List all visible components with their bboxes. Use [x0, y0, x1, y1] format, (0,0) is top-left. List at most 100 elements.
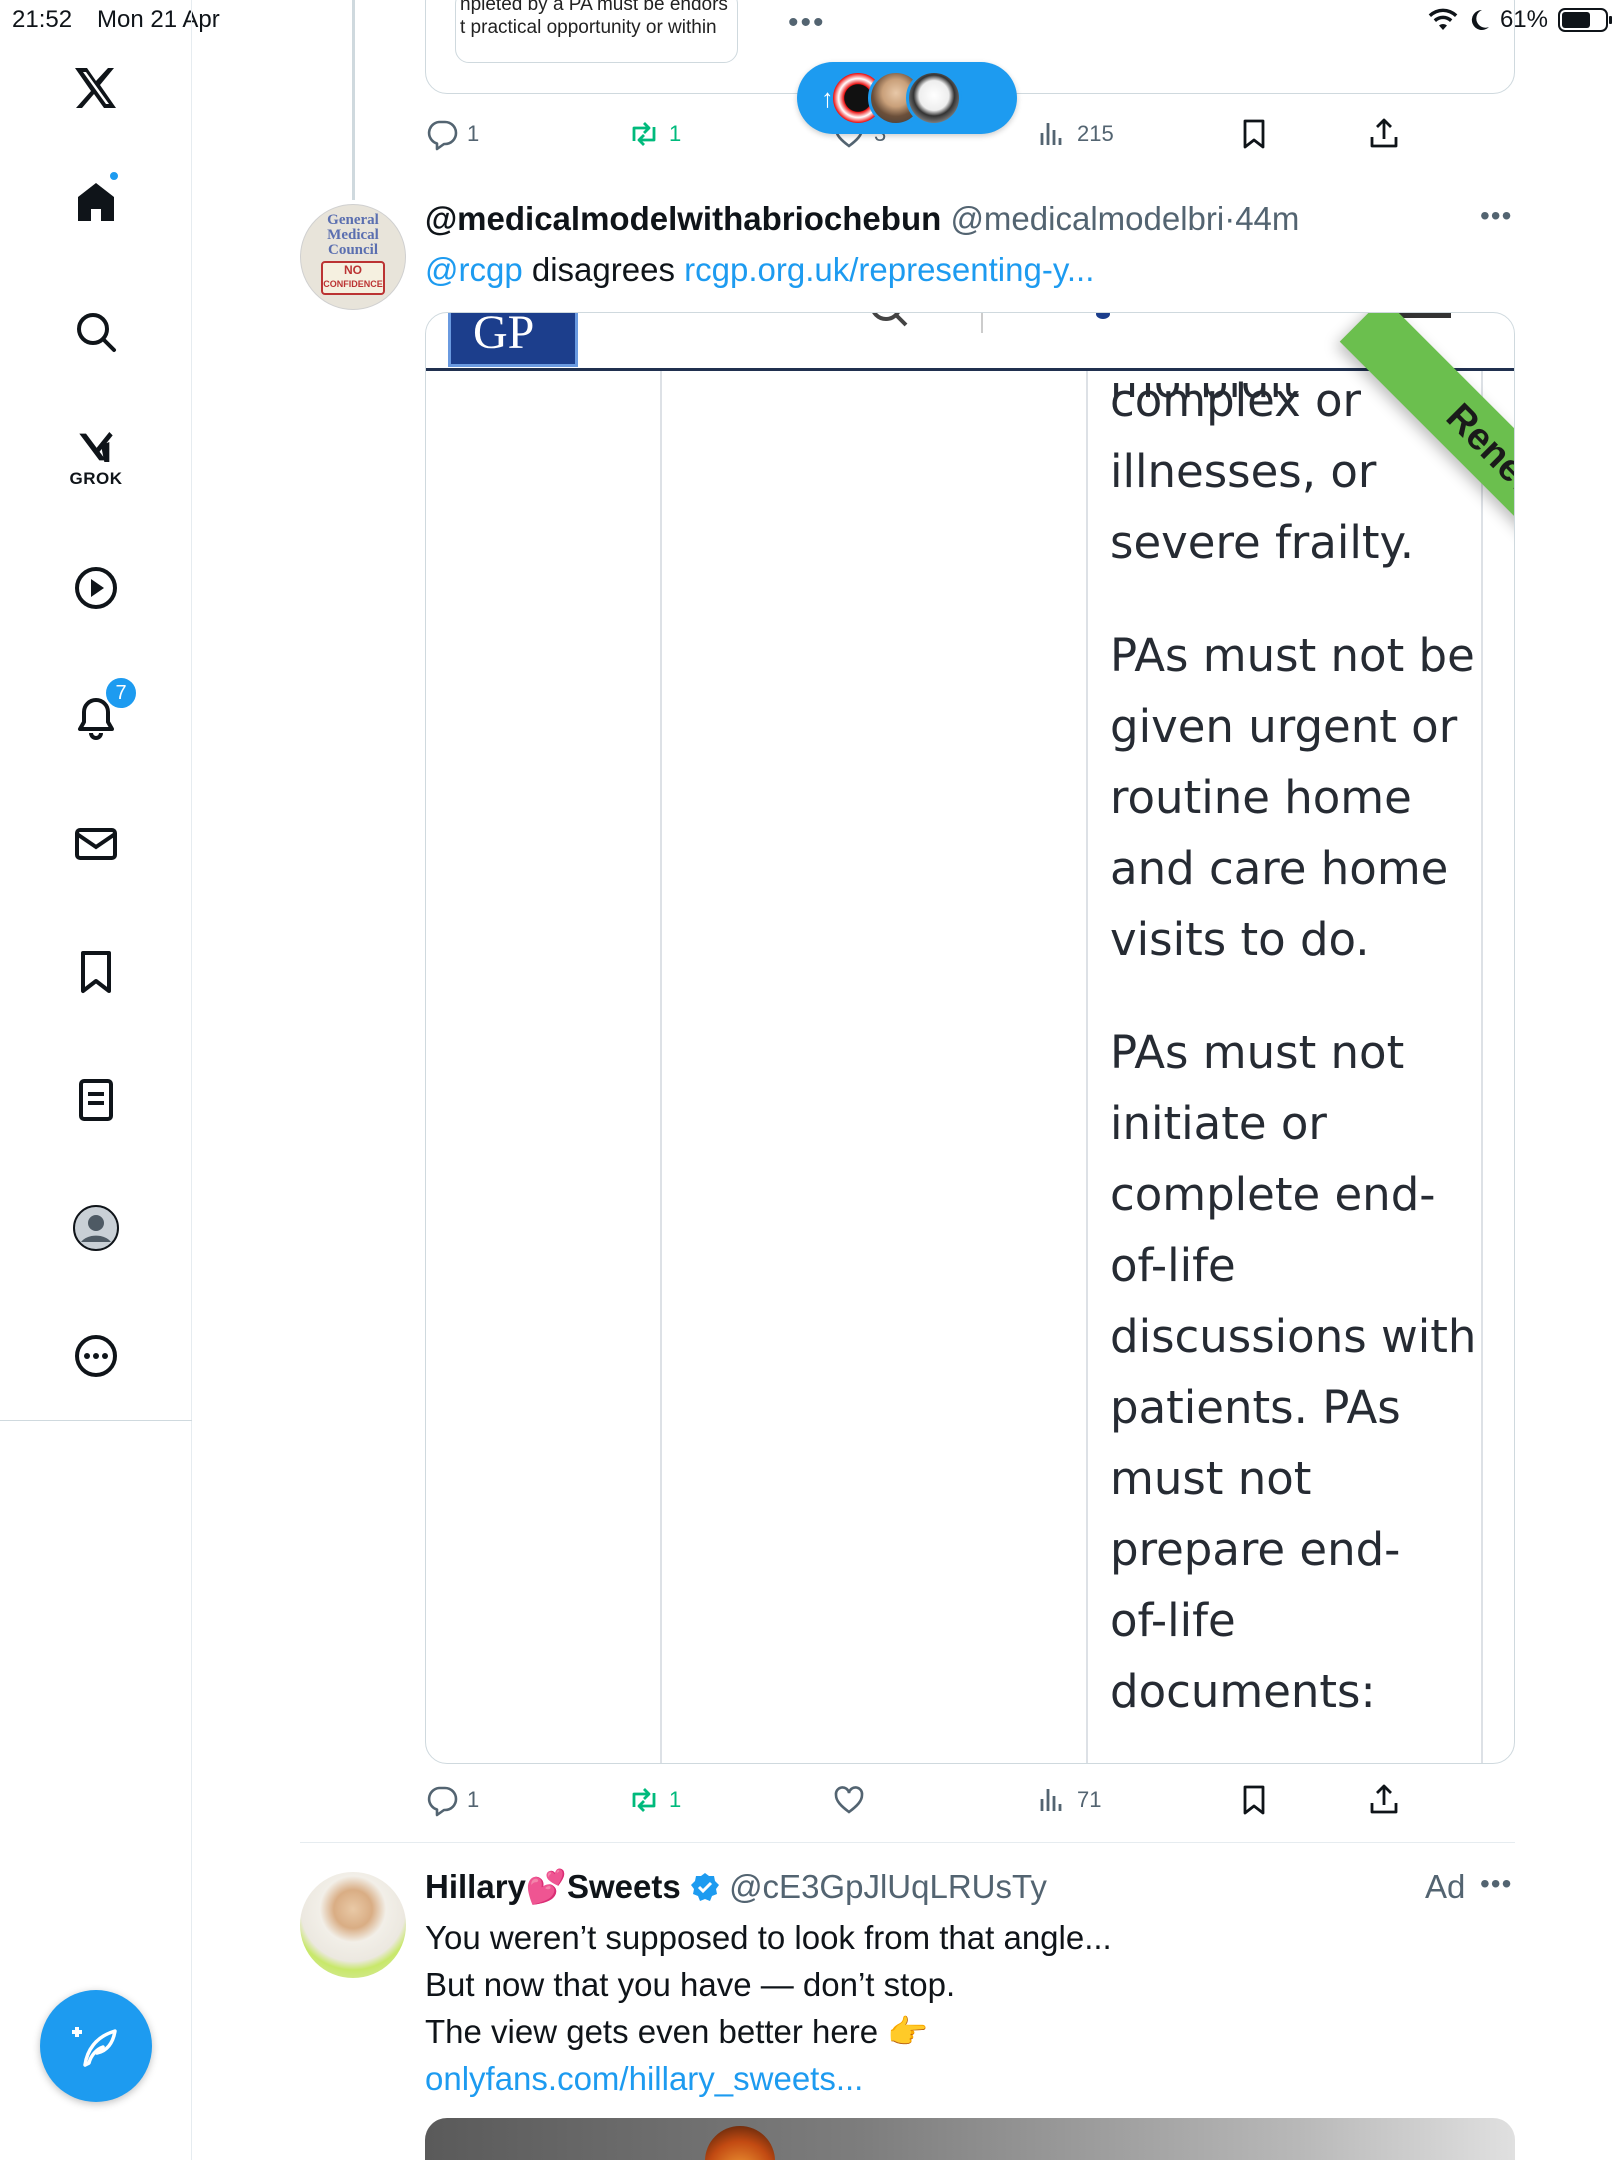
- tweet-text: You weren’t supposed to look from that a…: [425, 1919, 1112, 1956]
- bookmark-button[interactable]: [1237, 1778, 1271, 1822]
- lamp-shape: [705, 2126, 775, 2160]
- tweet-text: The view gets even better here 👉: [425, 2013, 929, 2050]
- url-link[interactable]: rcgp.org.uk/representing-y...: [684, 251, 1094, 288]
- tweet-body: onlyfans.com/hillary_sweets...: [425, 2055, 863, 2102]
- thread-line: [352, 0, 355, 200]
- column-rule: [660, 371, 662, 1763]
- repost-icon: [632, 122, 656, 146]
- lists-icon[interactable]: [56, 1060, 136, 1140]
- share-icon: [1370, 118, 1398, 148]
- bookmark-button[interactable]: [1237, 112, 1271, 156]
- views-icon: [1040, 1789, 1062, 1811]
- image-text-line: PAs must not be: [1110, 629, 1475, 682]
- grok-label: GROK: [69, 469, 123, 488]
- post-image[interactable]: GP morbidit complex or illnesses, or sev…: [425, 312, 1515, 1764]
- image-text-line: severe frailty.: [1110, 516, 1415, 569]
- tweet-header: @medicalmodelwithabriochebun @medicalmod…: [425, 200, 1299, 238]
- view-count: 215: [1077, 121, 1114, 146]
- more-options-icon[interactable]: [56, 1316, 136, 1396]
- reply-button[interactable]: 1: [425, 112, 479, 156]
- image-text-line: discussions with: [1110, 1310, 1477, 1363]
- like-button[interactable]: [832, 1778, 866, 1822]
- ad-label: Ad: [1425, 1868, 1466, 1905]
- views-button[interactable]: 71: [1035, 1778, 1101, 1822]
- notifications-icon[interactable]: 7: [56, 676, 138, 758]
- quoted-post-image: npleted by a PA must be endors t practic…: [455, 0, 738, 63]
- image-text-line: patients. PAs: [1110, 1381, 1401, 1434]
- compose-feather-icon: [72, 2027, 117, 2067]
- image-text-line: visits to do.: [1110, 913, 1370, 966]
- profile-avatar-icon[interactable]: [56, 1188, 136, 1268]
- avatar-text: NO: [344, 263, 362, 277]
- bookmark-icon: [1243, 119, 1265, 149]
- new-posts-pill[interactable]: ↑: [797, 62, 1017, 134]
- account-icon: [1096, 313, 1110, 319]
- column-rule: [1086, 371, 1088, 1763]
- bookmarks-icon[interactable]: [56, 932, 136, 1012]
- messages-icon[interactable]: [56, 804, 136, 884]
- verified-badge-icon: [690, 1873, 719, 1901]
- author-name[interactable]: @medicalmodelwithabriochebun: [425, 200, 941, 237]
- url-link[interactable]: onlyfans.com/hillary_sweets...: [425, 2060, 863, 2097]
- repost-button[interactable]: 1: [627, 112, 681, 156]
- post-actions: 1 1 71: [425, 1778, 1425, 1822]
- post-more-icon[interactable]: •••: [1480, 1868, 1512, 1900]
- image-text-line: of-life: [1110, 1239, 1236, 1292]
- ad-image[interactable]: [425, 2118, 1515, 2160]
- author-handle[interactable]: @medicalmodelbri: [950, 200, 1224, 237]
- split-view-handle[interactable]: •••: [788, 6, 826, 40]
- tweet-text: But now that you have — don’t stop.: [425, 1966, 956, 2003]
- view-count: 71: [1077, 1787, 1102, 1812]
- image-text-line: initiate or: [1110, 1097, 1327, 1150]
- share-button[interactable]: [1367, 1778, 1401, 1822]
- image-text-line: routine home: [1110, 771, 1412, 824]
- author-name[interactable]: Hillary: [425, 1868, 526, 1905]
- search-icon[interactable]: [56, 292, 136, 372]
- author-handle[interactable]: @cE3GpJlUqLRUsTy: [729, 1868, 1047, 1905]
- author-name[interactable]: Sweets: [567, 1868, 681, 1905]
- home-unread-dot: [108, 170, 120, 182]
- image-search-icon: [872, 313, 908, 327]
- mention-link[interactable]: @rcgp: [425, 251, 523, 288]
- image-text-line: given urgent or: [1110, 700, 1458, 753]
- battery-icon: [1558, 8, 1612, 32]
- image-text-line: complete end-: [1110, 1168, 1436, 1221]
- video-icon[interactable]: [56, 548, 136, 628]
- avatar-text: Council: [327, 242, 378, 258]
- repost-icon: [632, 1788, 656, 1812]
- avatar-text: CONFIDENCE: [323, 279, 383, 289]
- image-text-line: must not: [1110, 1452, 1312, 1505]
- post-more-icon[interactable]: •••: [1480, 200, 1512, 232]
- avatar[interactable]: [300, 1872, 406, 1978]
- views-button[interactable]: 215: [1035, 112, 1114, 156]
- sidebar: GROK 7: [0, 0, 192, 2160]
- notifications-badge: 7: [104, 676, 138, 710]
- post-time[interactable]: 44m: [1235, 200, 1299, 237]
- bookmark-icon: [1243, 1785, 1265, 1815]
- home-icon[interactable]: [56, 162, 136, 242]
- column-rule: [1481, 371, 1483, 1763]
- repost-button[interactable]: 1: [627, 1778, 681, 1822]
- separator-dot: ·: [1224, 200, 1236, 237]
- sidebar-divider: [0, 1420, 192, 1421]
- share-button[interactable]: [1367, 112, 1401, 156]
- avatar: [906, 70, 962, 126]
- image-text-line: of-life: [1110, 1594, 1236, 1647]
- header-divider: [981, 313, 983, 333]
- avatar-text: Medical: [327, 227, 379, 243]
- share-icon: [1370, 1784, 1398, 1814]
- compose-post-button[interactable]: [40, 1990, 152, 2102]
- heart-emoji: 💕: [525, 1868, 567, 1905]
- reply-count: 1: [467, 121, 480, 146]
- tweet-text: disagrees: [522, 251, 685, 288]
- reply-button[interactable]: 1: [425, 1778, 479, 1822]
- image-text-line: PAs must not: [1110, 1026, 1405, 1079]
- grok-icon[interactable]: GROK: [56, 418, 136, 498]
- x-logo-icon[interactable]: [56, 48, 136, 128]
- image-text-line: and care home: [1110, 842, 1449, 895]
- avatar[interactable]: General Medical Council NO CONFIDENCE: [300, 204, 406, 310]
- repost-count: 1: [669, 1787, 682, 1812]
- image-text-line: complex or: [1110, 374, 1362, 427]
- reply-icon: [427, 120, 458, 151]
- image-text-line: prepare end-: [1110, 1523, 1401, 1576]
